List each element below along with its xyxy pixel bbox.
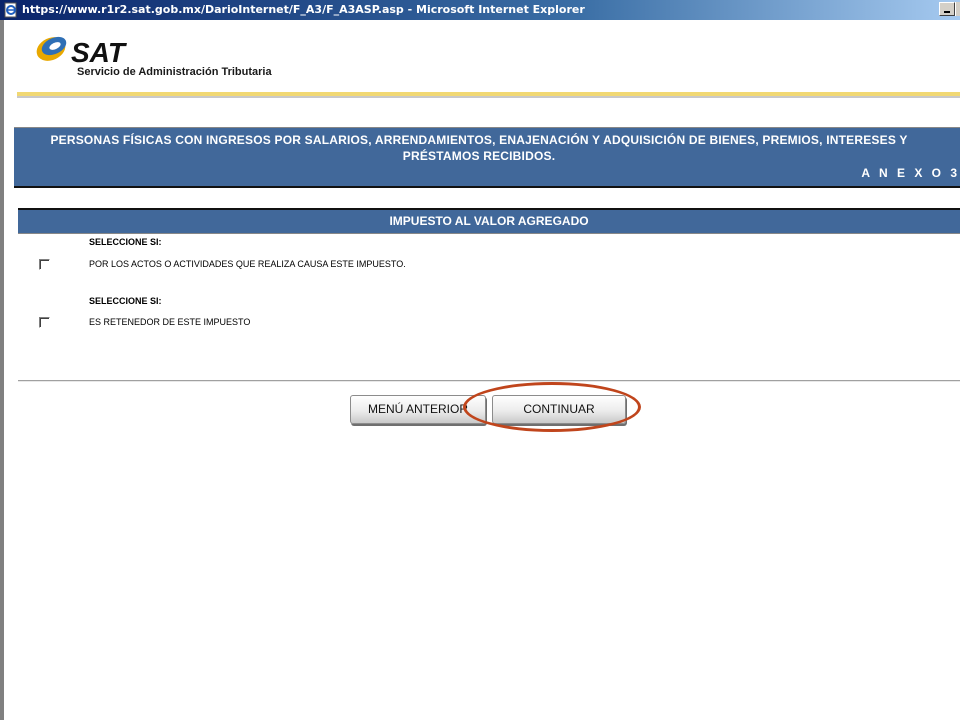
previous-menu-button[interactable]: MENÚ ANTERIOR bbox=[350, 395, 486, 424]
withholder-checkbox[interactable] bbox=[39, 317, 50, 328]
form-banner: PERSONAS FÍSICAS CON INGRESOS POR SALARI… bbox=[14, 127, 960, 188]
window-title: https://www.r1r2.sat.gob.mx/DarioInterne… bbox=[22, 3, 585, 16]
maximize-button[interactable] bbox=[955, 2, 960, 16]
minimize-icon bbox=[944, 11, 950, 13]
header-divider bbox=[17, 92, 960, 98]
page-content: SAT Servicio de Administración Tributari… bbox=[4, 20, 960, 720]
option-text: ES RETENEDOR DE ESTE IMPUESTO bbox=[89, 317, 251, 327]
section-header: IMPUESTO AL VALOR AGREGADO bbox=[18, 208, 960, 234]
sat-logo-mark: SAT bbox=[36, 36, 128, 68]
banner-title: PERSONAS FÍSICAS CON INGRESOS POR SALARI… bbox=[50, 133, 908, 163]
ie-page-icon bbox=[4, 2, 17, 18]
sat-logo: SAT Servicio de Administración Tributari… bbox=[31, 28, 321, 88]
option-text: POR LOS ACTOS O ACTIVIDADES QUE REALIZA … bbox=[89, 259, 406, 269]
separator bbox=[18, 380, 960, 382]
causes-tax-checkbox[interactable] bbox=[39, 259, 50, 270]
select-label: SELECCIONE SI: bbox=[89, 237, 162, 247]
window-title-bar[interactable]: https://www.r1r2.sat.gob.mx/DarioInterne… bbox=[0, 0, 960, 20]
svg-text:SAT: SAT bbox=[71, 37, 128, 68]
annex-label: A N E X O 3 bbox=[861, 166, 960, 180]
minimize-button[interactable] bbox=[939, 2, 955, 16]
select-label: SELECCIONE SI: bbox=[89, 296, 162, 306]
continue-button[interactable]: CONTINUAR bbox=[492, 395, 626, 424]
logo-subtitle: Servicio de Administración Tributaria bbox=[77, 66, 272, 78]
